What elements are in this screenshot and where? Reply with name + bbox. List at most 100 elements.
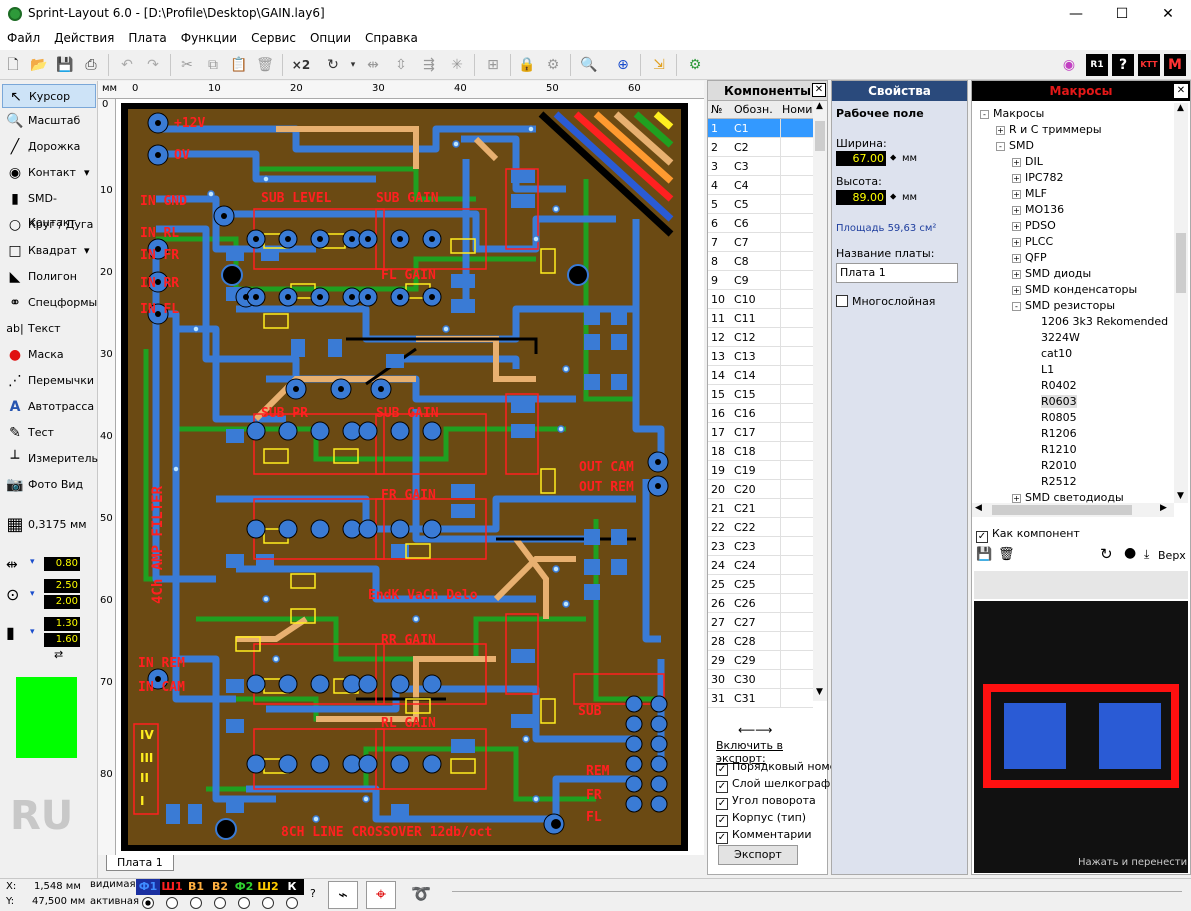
components-close-button[interactable]: ✕ [812, 83, 826, 97]
table-row[interactable]: 6 C6 [708, 214, 813, 233]
board-name-input[interactable]: Плата 1 [836, 263, 958, 283]
table-row[interactable]: 3 C3 [708, 157, 813, 176]
close-button[interactable]: ✕ [1145, 0, 1191, 28]
pad-dropdown-icon[interactable]: ▾ [84, 161, 90, 185]
crosshair-icon[interactable]: ⌖ [366, 881, 396, 909]
board-icon[interactable]: ⚙ [684, 54, 706, 76]
tree-item[interactable]: + QFP [1012, 251, 1047, 264]
pcb-board[interactable]: +12V OV IN GND IN FR IN RL IN RR IN FL S… [116, 99, 704, 855]
save-icon[interactable]: 💾 [54, 54, 76, 76]
tool-measure[interactable]: ┴ Измеритель [2, 447, 98, 471]
expander-icon[interactable]: + [1012, 174, 1021, 183]
table-row[interactable]: 30 C30 [708, 670, 813, 689]
lock-icon[interactable]: 🔒 [516, 54, 538, 76]
menu-functions[interactable]: Функции [174, 28, 244, 48]
tree-item[interactable]: R2512 [1028, 475, 1077, 488]
new-file-icon[interactable]: 🗋 [2, 54, 24, 76]
grid-snap-icon[interactable]: ✳ [446, 54, 468, 76]
resize-handle-icon[interactable]: ⟵⟶ [738, 723, 772, 737]
group-icon[interactable]: ⊞ [482, 54, 504, 76]
export-option-angle[interactable]: ✓ Угол поворота [716, 793, 845, 810]
tree-item[interactable]: 1206 3k3 Rekomended Wa [1028, 315, 1172, 328]
table-row[interactable]: 23 C23 [708, 537, 813, 556]
expander-icon[interactable]: + [1012, 254, 1021, 263]
tool-pad[interactable]: ◉ Контакт ▾ [2, 161, 96, 185]
export-option-package[interactable]: ✓ Корпус (тип) [716, 810, 845, 827]
table-row[interactable]: 9 C9 [708, 271, 813, 290]
zoom-icon[interactable]: 🔍 [578, 54, 600, 76]
expander-icon[interactable]: + [1012, 158, 1021, 167]
table-row[interactable]: 27 C27 [708, 613, 813, 632]
components-scrollbar[interactable]: ▲ ▼ [813, 101, 827, 701]
table-row[interactable]: 7 C7 [708, 233, 813, 252]
record-macro-icon[interactable]: ● [1124, 545, 1136, 561]
expander-icon[interactable]: + [1012, 494, 1021, 503]
table-row[interactable]: 10 C10 [708, 290, 813, 309]
tree-item[interactable]: + MLF [1012, 187, 1047, 200]
macro-tree[interactable]: - Макросы + R и C триммеры - SMD + DIL + IPC782 + M… [972, 103, 1172, 503]
table-row[interactable]: 28 C28 [708, 632, 813, 651]
as-component-checkbox[interactable]: ✓ Как компонент [976, 527, 1080, 543]
table-row[interactable]: 20 C20 [708, 480, 813, 499]
tree-item[interactable]: L1 [1028, 363, 1054, 376]
smd-height-input[interactable]: 1.60 [44, 633, 80, 647]
rotate-icon[interactable]: ↻ [322, 54, 344, 76]
tool-test[interactable]: ✎ Тест [2, 421, 96, 445]
tree-item[interactable]: cat10 [1028, 347, 1072, 360]
layer-visible-toggle[interactable]: Ф2 [232, 879, 256, 895]
align-icon[interactable]: ⇶ [418, 54, 440, 76]
tree-item[interactable]: + SMD светодиоды [1012, 491, 1124, 503]
multilayer-checkbox[interactable]: Многослойная [836, 295, 935, 308]
expander-icon[interactable]: + [996, 126, 1005, 135]
layer-visible-toggle[interactable]: В1 [184, 879, 208, 895]
ktt-icon[interactable]: KTT [1138, 54, 1160, 76]
table-row[interactable]: 31 C31 [708, 689, 813, 708]
tree-item[interactable]: + PLCC [1012, 235, 1053, 248]
table-row[interactable]: 16 C16 [708, 404, 813, 423]
table-row[interactable]: 17 C17 [708, 423, 813, 442]
table-row[interactable]: 15 C15 [708, 385, 813, 404]
smd-size-dropdown-icon[interactable]: ▾ [30, 627, 35, 637]
rotate-dropdown-icon[interactable]: ▾ [342, 54, 364, 76]
help-chip-icon[interactable]: ? [1112, 54, 1134, 76]
cut-icon[interactable]: ✂ [176, 54, 198, 76]
table-row[interactable]: 11 C11 [708, 309, 813, 328]
delete-icon[interactable]: 🗑 [254, 54, 276, 76]
expander-icon[interactable]: + [1012, 222, 1021, 231]
tree-item[interactable]: R1206 [1028, 427, 1077, 440]
tool-jumpers[interactable]: ⋰ Перемычки [2, 369, 96, 393]
grid-setting[interactable]: ▦ 0,3175 мм [2, 513, 96, 537]
expander-icon[interactable]: - [996, 142, 1005, 151]
r1-icon[interactable]: R1 [1086, 54, 1108, 76]
layer-active-radio[interactable] [238, 897, 250, 909]
minimize-button[interactable]: — [1053, 0, 1099, 28]
layer-visible-toggle[interactable]: Ш1 [160, 879, 184, 895]
export-button[interactable]: Экспорт [718, 845, 798, 865]
table-row[interactable]: 12 C12 [708, 328, 813, 347]
menu-file[interactable]: Файл [0, 28, 47, 48]
layer-visible-toggle[interactable]: Ш2 [256, 879, 280, 895]
tool-cursor[interactable]: ↖ Курсор [2, 84, 96, 108]
tool-special[interactable]: ⚭ Спецформы [2, 291, 97, 315]
tool-photo-view[interactable]: 📷 Фото Вид [2, 473, 96, 497]
macro-preview[interactable]: Нажать и перенести [974, 601, 1188, 873]
menu-options[interactable]: Опции [303, 28, 358, 48]
tree-item[interactable]: R0402 [1028, 379, 1077, 392]
pad-outer-input[interactable]: 2.50 [44, 579, 80, 593]
width-input[interactable]: 67.00 [836, 151, 886, 166]
table-row[interactable]: 4 C4 [708, 176, 813, 195]
table-row[interactable]: 22 C22 [708, 518, 813, 537]
macros-hscroll[interactable]: ◀ ▶ [972, 503, 1174, 517]
layer-active-radio[interactable] [190, 897, 202, 909]
tree-item[interactable]: + R и C триммеры [996, 123, 1102, 136]
table-row[interactable]: 18 C18 [708, 442, 813, 461]
tree-item[interactable]: + DIL [1012, 155, 1043, 168]
expander-icon[interactable]: + [1012, 190, 1021, 199]
paste-icon[interactable]: 📋 [228, 54, 250, 76]
layer-visible-toggle[interactable]: Ф1 [136, 879, 160, 895]
export-option-comments[interactable]: ✓ Комментарии [716, 827, 845, 844]
unlock-icon[interactable]: ⚙ [542, 54, 564, 76]
tree-item[interactable]: - SMD резисторы [1012, 299, 1115, 312]
tree-item[interactable]: R0603 [1028, 395, 1077, 408]
expander-icon[interactable]: + [1012, 206, 1021, 215]
